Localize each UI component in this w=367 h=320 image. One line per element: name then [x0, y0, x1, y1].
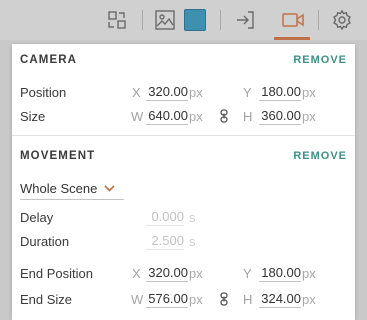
end-size-label: End Size: [20, 291, 73, 307]
image-icon[interactable]: [152, 7, 178, 33]
color-swatch-icon[interactable]: [182, 7, 208, 33]
end-position-y-input[interactable]: [259, 264, 301, 282]
end-position-y-unit: px: [302, 265, 316, 281]
camera-section-title: CAMERA: [20, 54, 78, 66]
camera-size-label: Size: [20, 108, 46, 124]
gear-icon[interactable]: [329, 7, 355, 33]
movement-target-value: Whole Scene: [20, 181, 98, 196]
end-size-w-input[interactable]: [146, 290, 188, 308]
end-position-y-axis: Y: [243, 265, 252, 281]
movement-target-select[interactable]: Whole Scene: [20, 178, 124, 200]
link-aspect-icon[interactable]: [219, 109, 229, 123]
toolbar: [0, 0, 367, 40]
delay-unit: s: [189, 209, 196, 225]
chevron-down-icon: [104, 185, 115, 192]
end-position-x-axis: X: [132, 265, 141, 281]
toolbar-divider: [142, 10, 143, 30]
camera-size-h-input[interactable]: [259, 107, 301, 125]
end-size-w-unit: px: [189, 291, 203, 307]
active-tab-indicator: [274, 37, 310, 40]
camera-section-header: CAMERA REMOVE: [20, 52, 347, 68]
camera-size-w-unit: px: [189, 108, 203, 124]
camera-icon[interactable]: [280, 7, 306, 33]
movement-section-title: MOVEMENT: [20, 150, 96, 162]
end-size-h-unit: px: [302, 291, 316, 307]
duration-label: Duration: [20, 233, 70, 249]
camera-position-label: Position: [20, 84, 67, 100]
camera-position-y-unit: px: [302, 84, 316, 100]
end-size-h-axis: H: [243, 291, 253, 307]
camera-position-x-axis: X: [132, 84, 141, 100]
toolbar-divider: [220, 10, 221, 30]
link-aspect-icon[interactable]: [219, 292, 229, 306]
end-position-x-unit: px: [189, 265, 203, 281]
camera-position-y-input[interactable]: [259, 83, 301, 101]
duration-input[interactable]: [146, 232, 184, 250]
enter-icon[interactable]: [232, 7, 258, 33]
camera-size-h-unit: px: [302, 108, 316, 124]
end-size-h-input[interactable]: [259, 290, 301, 308]
camera-position-x-input[interactable]: [146, 83, 188, 101]
camera-size-h-axis: H: [243, 108, 253, 124]
movement-section-header: MOVEMENT REMOVE: [20, 148, 347, 164]
delay-label: Delay: [20, 209, 54, 225]
section-divider: [12, 135, 355, 136]
camera-size-w-input[interactable]: [146, 107, 188, 125]
duration-unit: s: [189, 233, 196, 249]
delay-input[interactable]: [146, 208, 184, 226]
end-size-w-axis: W: [131, 291, 144, 307]
camera-size-w-axis: W: [131, 108, 144, 124]
properties-panel: CAMERA REMOVE Position X px Y px Size W …: [12, 44, 355, 320]
swap-layout-icon[interactable]: [104, 7, 130, 33]
end-position-x-input[interactable]: [146, 264, 188, 282]
movement-remove-button[interactable]: REMOVE: [293, 150, 347, 162]
end-position-label: End Position: [20, 265, 93, 281]
camera-position-x-unit: px: [189, 84, 203, 100]
camera-position-y-axis: Y: [243, 84, 252, 100]
camera-remove-button[interactable]: REMOVE: [293, 54, 347, 66]
toolbar-divider: [318, 10, 319, 30]
